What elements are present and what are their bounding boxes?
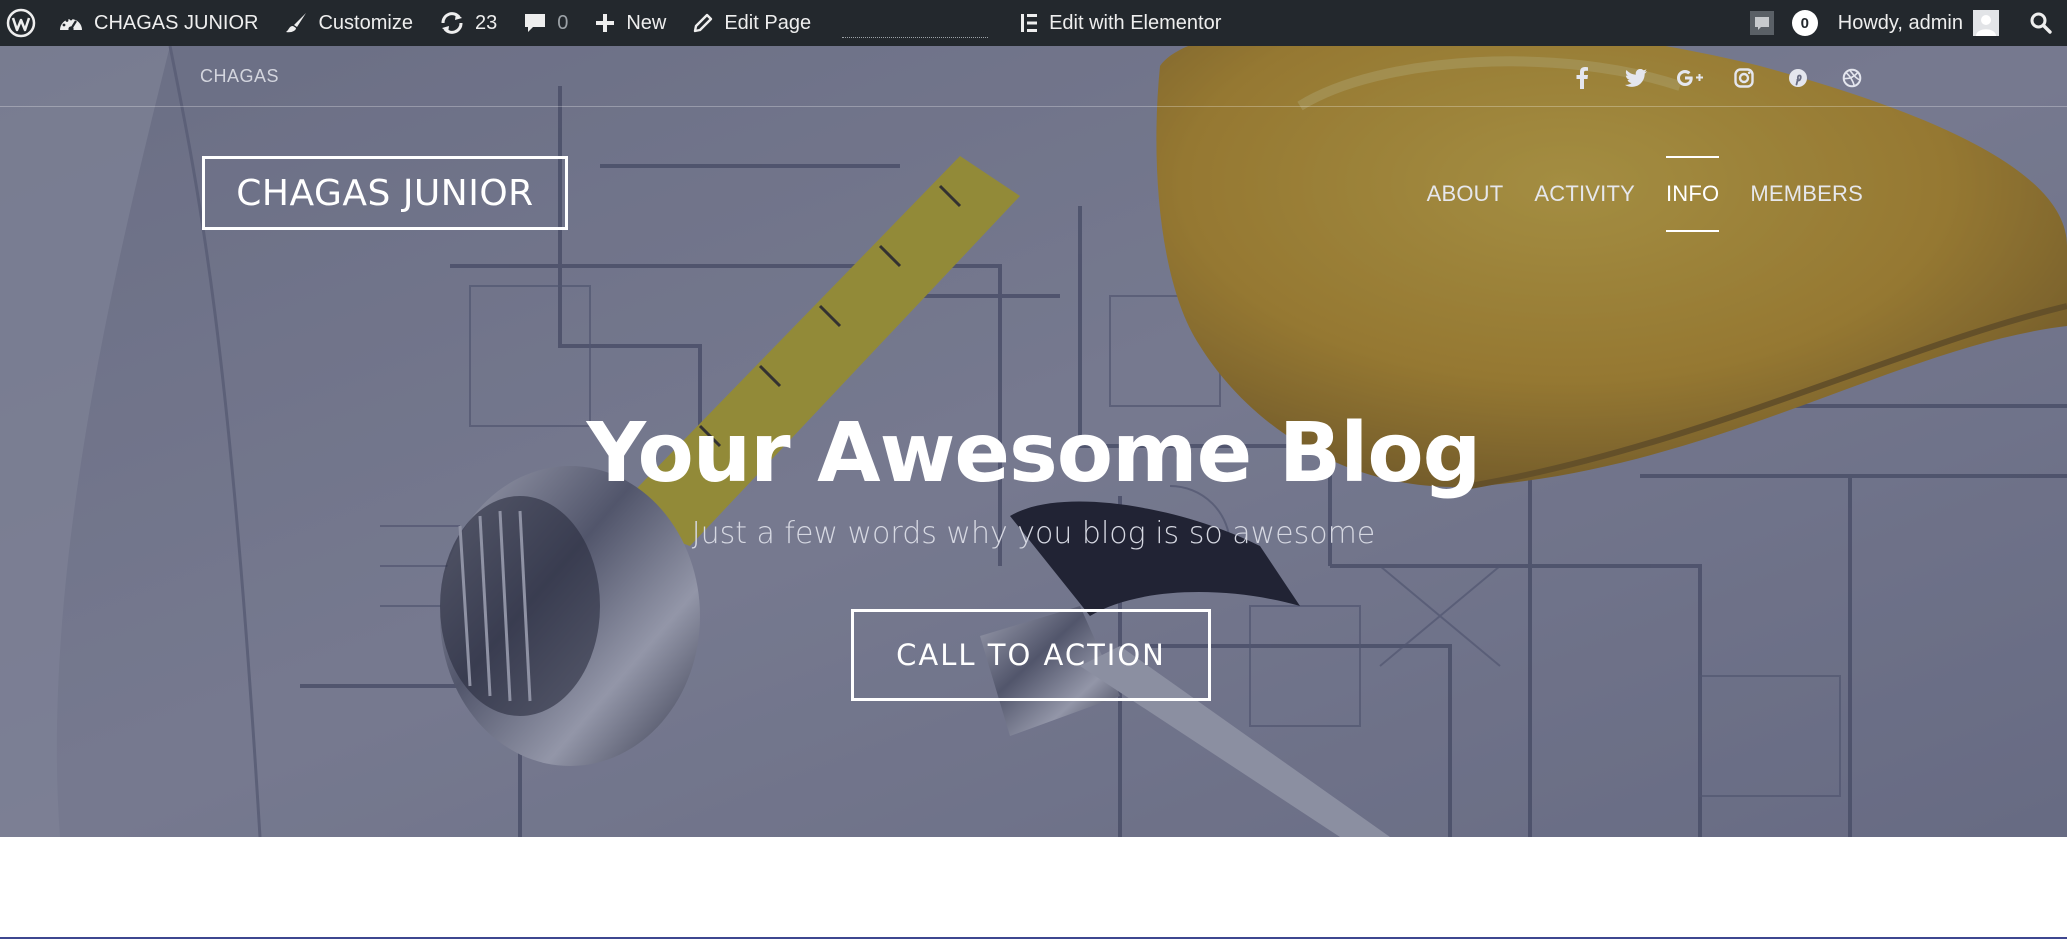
site-name-label: CHAGAS JUNIOR [94,11,259,34]
nav-item-info[interactable]: INFO [1666,156,1720,232]
call-to-action-button[interactable]: CALL TO ACTION [851,609,1211,701]
plus-icon [594,12,616,34]
search-icon [2029,11,2053,35]
hero-title: Your Awesome Blog [586,406,1482,501]
my-account-menu[interactable]: Howdy, admin [1826,0,2011,46]
site-name-link[interactable]: CHAGAS JUNIOR [45,0,271,46]
site-logo[interactable]: CHAGAS JUNIOR [202,156,568,230]
edit-elementor-label: Edit with Elementor [1049,11,1222,34]
hero-section: CHAGAS CHAGAS JUNIOR ABOUT ACTIVITY INFO… [0,46,2067,837]
pencil-icon [692,12,714,34]
site-logo-text: CHAGAS JUNIOR [236,172,534,214]
hero-subtitle: Just a few words why you blog is so awes… [691,516,1376,551]
updates-link[interactable]: 23 [426,0,510,46]
admin-bar-field[interactable] [842,8,989,38]
wordpress-logo-icon [6,8,36,38]
social-links [1555,63,1879,93]
updates-count: 23 [474,11,498,34]
admin-bar: CHAGAS JUNIOR Customize 23 0 New Edit Pa… [0,0,2067,46]
pinterest-icon[interactable] [1771,63,1825,93]
wordpress-menu[interactable] [0,0,45,46]
refresh-icon [439,11,465,35]
facebook-icon[interactable] [1555,63,1609,93]
brush-icon [284,11,308,35]
elementor-icon [1019,12,1039,34]
nav-item-about[interactable]: ABOUT [1427,156,1504,232]
instagram-icon[interactable] [1717,63,1771,93]
notifications-menu[interactable] [1740,0,1784,46]
comments-count: 0 [557,11,569,34]
twitter-icon[interactable] [1609,63,1663,93]
dribbble-icon[interactable] [1825,63,1879,93]
notification-icon [1748,9,1776,37]
main-navigation: ABOUT ACTIVITY INFO MEMBERS [1396,156,1863,232]
edit-elementor-link[interactable]: Edit with Elementor [1006,0,1234,46]
topbar-site-label: CHAGAS [200,66,280,86]
customize-label: Customize [318,11,413,34]
notifications-count: 0 [1791,10,1818,36]
comments-link[interactable]: 0 [510,0,581,46]
greeting-text: Howdy, admin [1837,11,1963,34]
comment-icon [523,11,547,35]
google-plus-icon[interactable] [1663,63,1717,93]
admin-search-button[interactable] [2011,0,2067,46]
notifications-count-item[interactable]: 0 [1784,0,1826,46]
edit-page-link[interactable]: Edit Page [679,0,824,46]
nav-item-activity[interactable]: ACTIVITY [1534,156,1635,232]
edit-page-label: Edit Page [724,11,812,34]
new-label: New [626,11,667,34]
topbar-divider [0,106,2067,107]
avatar [1973,10,1999,36]
dashboard-icon [58,11,84,35]
customize-link[interactable]: Customize [271,0,425,46]
nav-item-members[interactable]: MEMBERS [1750,156,1863,232]
new-content-link[interactable]: New [581,0,679,46]
